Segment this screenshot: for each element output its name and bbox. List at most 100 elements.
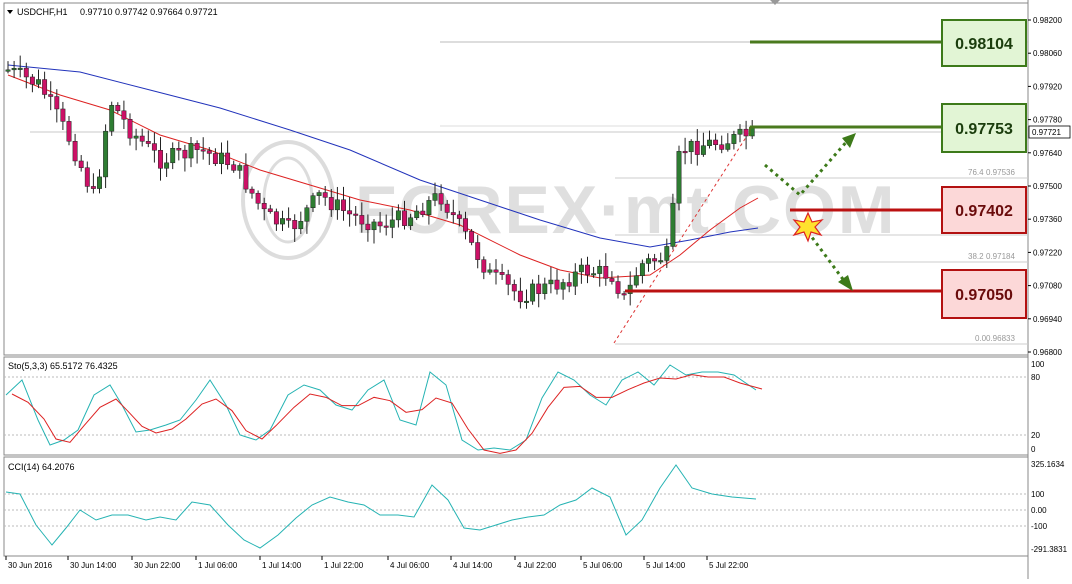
stochastic-panel[interactable] [3, 356, 1029, 456]
price-axis-label: 0.97360 [1033, 215, 1062, 224]
cci-axis-min: -291.3831 [1031, 545, 1068, 554]
price-axis-label: 0.97640 [1033, 149, 1062, 158]
candle-body [267, 208, 273, 212]
candle-body [603, 266, 609, 279]
candle-body [566, 282, 572, 287]
candle-body [408, 217, 414, 226]
candle-body [377, 221, 383, 227]
candle-body [347, 210, 353, 215]
candle-body [127, 119, 133, 139]
candle-body [719, 144, 725, 150]
candle-body [560, 282, 566, 290]
candle-body [633, 275, 639, 286]
candle-body [97, 176, 102, 189]
time-axis-label: 5 Jul 06:00 [583, 561, 623, 570]
level-box-4[interactable]: 0.97050 [941, 269, 1027, 319]
price-axis-label: 0.96940 [1033, 315, 1062, 324]
candle-body [255, 192, 261, 204]
price-axis-label: 0.97080 [1033, 282, 1062, 291]
price-axis-label: 0.98200 [1033, 16, 1062, 25]
candle-body [389, 219, 395, 228]
price-axis-label: 0.97780 [1033, 116, 1062, 125]
candle-body [310, 195, 316, 209]
level-box-4-value: 0.97050 [955, 287, 1013, 304]
candle-body [517, 290, 523, 303]
candle-body [78, 160, 84, 168]
candle-body [353, 213, 359, 216]
candle-body [212, 153, 218, 164]
candle-body [682, 151, 688, 154]
time-axis-label: 30 Jun 22:00 [134, 561, 181, 570]
candle-body [158, 150, 163, 169]
level-box-1[interactable]: 0.98104 [941, 19, 1027, 67]
candle-body [60, 108, 66, 122]
candle-body [261, 203, 267, 210]
candle-body [72, 141, 78, 162]
candle-body [524, 300, 529, 303]
candle-body [639, 263, 645, 276]
candle-body [713, 139, 719, 145]
cci-axis-100: 100 [1031, 490, 1045, 499]
candle-body [273, 211, 279, 225]
candle-body [280, 218, 285, 225]
symbol-label: USDCHF,H1 [17, 7, 68, 17]
candle-body [29, 76, 35, 85]
candle-body [426, 200, 432, 215]
candle-body [420, 210, 426, 215]
candle-body [383, 225, 389, 228]
chart-window: FOREX·mt.COM 76.4 0.97536 38.2 0.97184 0… [0, 0, 1072, 579]
candle-body [170, 148, 176, 164]
candle-body [743, 128, 749, 137]
sto-axis-100: 100 [1031, 360, 1045, 369]
price-axis-label: 0.96800 [1033, 348, 1062, 357]
chart-canvas[interactable]: FOREX·mt.COM 76.4 0.97536 38.2 0.97184 0… [0, 0, 1072, 579]
price-axis-label: 0.97920 [1033, 82, 1062, 91]
candle-body [84, 167, 90, 187]
candle-body [286, 218, 292, 221]
price-axis-label: 0.97500 [1033, 182, 1062, 191]
sto-axis-20: 20 [1031, 431, 1040, 440]
time-axis-label: 1 Jul 06:00 [198, 561, 238, 570]
candle-body [542, 283, 548, 294]
cci-label: CCI(14) 64.2076 [8, 462, 75, 472]
time-axis-label: 5 Jul 22:00 [709, 561, 749, 570]
candle-body [591, 273, 597, 276]
time-axis[interactable]: 30 Jun 2016 30 Jun 14:00 30 Jun 22:00 1 Jul… [5, 556, 749, 570]
candle-body [536, 283, 542, 294]
candle-body [572, 271, 578, 287]
candle-body [249, 188, 255, 194]
candle-body [334, 199, 340, 211]
candle-body [182, 149, 188, 159]
candle-body [298, 221, 304, 230]
level-box-1-value: 0.98104 [955, 36, 1013, 53]
level-box-2-value: 0.97753 [955, 121, 1013, 138]
candle-body [621, 293, 627, 296]
price-axis[interactable]: 0.98200 0.98060 0.97920 0.97780 0.97640 0.975… [1028, 16, 1062, 357]
candle-body [402, 210, 407, 226]
cci-panel[interactable] [3, 456, 1029, 557]
ohlc-values: 0.97710 0.97742 0.97664 0.97721 [80, 7, 218, 17]
candle-body [5, 69, 11, 72]
candle-body [700, 145, 706, 155]
fibo-value-764: 0.97536 [986, 168, 1015, 177]
cci-axis-minus100: -100 [1031, 522, 1048, 531]
candle-body [194, 143, 200, 150]
candle-body [11, 68, 17, 71]
level-box-2[interactable]: 0.97753 [941, 103, 1027, 153]
candle-body [469, 231, 475, 243]
time-axis-label: 1 Jul 22:00 [324, 561, 364, 570]
candle-body [121, 110, 127, 120]
price-axis-label: 0.97220 [1033, 248, 1062, 257]
candle-body [90, 186, 96, 189]
candle-body [731, 134, 737, 144]
candle-body [115, 105, 121, 112]
candle-body [103, 130, 109, 178]
candle-body [688, 140, 694, 153]
time-axis-label: 30 Jun 14:00 [70, 561, 117, 570]
level-box-3[interactable]: 0.97402 [941, 186, 1027, 234]
candle-body [237, 165, 243, 171]
candle-body [597, 266, 603, 274]
candle-body [444, 203, 450, 213]
candle-body [341, 199, 346, 211]
candle-body [66, 121, 72, 142]
